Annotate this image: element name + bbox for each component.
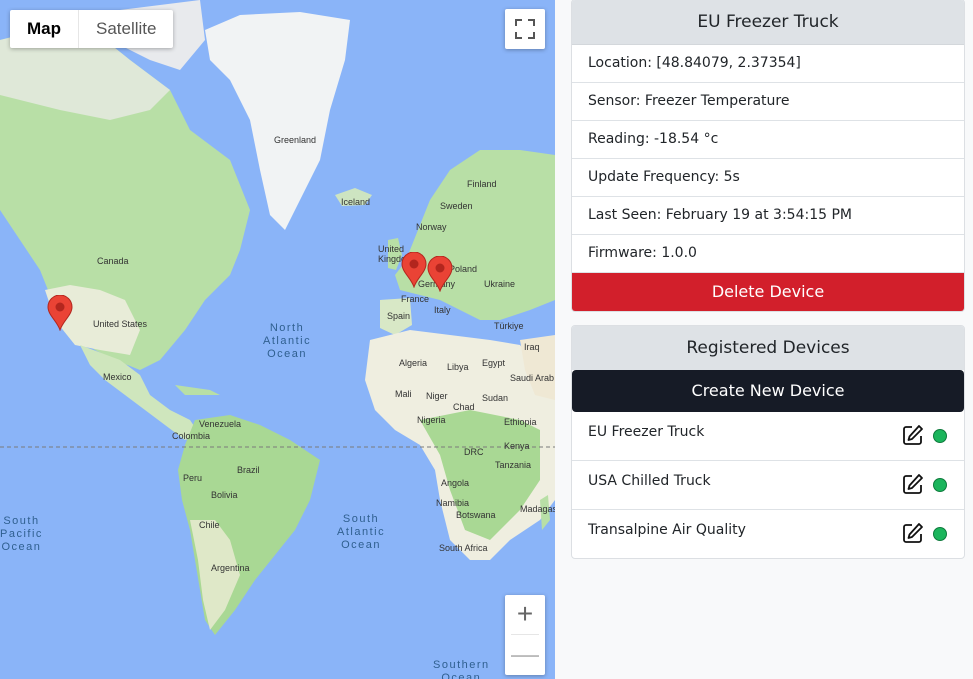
device-list-item[interactable]: EU Freezer Truck [572,412,964,461]
fullscreen-button[interactable] [505,9,545,49]
map-label: Iceland [341,197,371,207]
map-label: Greenland [274,135,317,145]
map-label: Argentina [211,563,250,573]
device-reading: Reading: -18.54 °c [572,121,964,159]
map-label: France [401,294,430,304]
map-label: Ukraine [484,279,516,289]
zoom-out-button[interactable]: — [505,635,545,675]
status-online-indicator [933,429,947,443]
map-label: Canada [97,256,129,266]
delete-device-button[interactable]: Delete Device [572,273,964,311]
zoom-control: + — [505,595,545,675]
device-marker-usa[interactable] [47,295,73,331]
map-label: Saudi Arab [510,373,555,383]
device-title: EU Freezer Truck [572,0,964,45]
map-label: Chad [453,402,475,412]
device-marker-transalpine[interactable] [427,256,453,292]
map-label: Libya [447,362,469,372]
map-label: Sudan [482,393,509,403]
map-type-control: Map Satellite [10,10,174,48]
device-list: EU Freezer Truck USA Chilled Truck Trans… [572,412,964,558]
edit-icon[interactable] [902,473,924,495]
map-label: Chile [199,520,220,530]
map-label: Venezuela [199,419,242,429]
map[interactable]: Map Satellite Greenland Iceland Finland … [0,0,555,679]
map-label: Norway [416,222,447,232]
device-sensor: Sensor: Freezer Temperature [572,83,964,121]
device-list-item[interactable]: USA Chilled Truck [572,461,964,510]
map-label: South Africa [439,543,488,553]
map-label: United States [93,319,148,329]
device-detail-card: EU Freezer Truck Location: [48.84079, 2.… [571,0,965,312]
map-label: Iraq [524,342,540,352]
map-label: Botswana [456,510,496,520]
map-label: Namibia [436,498,470,508]
ocean-label: North Atlantic Ocean [263,322,312,360]
device-name[interactable]: Transalpine Air Quality [588,522,746,538]
map-type-map-button[interactable]: Map [10,10,78,48]
status-online-indicator [933,478,947,492]
map-label: Madagas [520,504,555,514]
device-name[interactable]: USA Chilled Truck [588,473,711,489]
edit-icon[interactable] [902,522,924,544]
map-label: Angola [441,478,470,488]
registered-devices-title: Registered Devices [572,326,964,370]
device-last-seen: Last Seen: February 19 at 3:54:15 PM [572,197,964,235]
map-label: Mexico [103,372,132,382]
device-marker-eu-freezer[interactable] [401,252,427,288]
map-label: Mali [395,389,412,399]
map-label: Egypt [482,358,506,368]
map-label: Spain [387,311,411,321]
map-label: DRC [464,447,484,457]
device-location: Location: [48.84079, 2.37354] [572,45,964,83]
map-label: Finland [467,179,497,189]
registered-devices-card: Registered Devices Create New Device EU … [571,325,965,559]
map-label: Niger [426,391,448,401]
map-type-satellite-button[interactable]: Satellite [79,10,173,48]
device-frequency: Update Frequency: 5s [572,159,964,197]
device-firmware: Firmware: 1.0.0 [572,235,964,273]
map-label: Poland [449,264,478,274]
map-label: Peru [183,473,203,483]
map-label: Türkiye [494,321,524,331]
map-label: Bolivia [211,490,238,500]
map-label: Kenya [504,441,530,451]
map-label: Italy [434,305,451,315]
map-label: Nigeria [417,415,446,425]
ocean-label: South Atlantic Ocean [337,513,386,551]
create-new-device-button[interactable]: Create New Device [572,370,964,412]
map-label: Colombia [172,431,211,441]
device-name[interactable]: EU Freezer Truck [588,424,704,440]
ocean-label: Southern Ocean [433,659,490,679]
map-label: Tanzania [495,460,532,470]
map-label: Brazil [237,465,260,475]
device-list-item[interactable]: Transalpine Air Quality [572,510,964,558]
edit-icon[interactable] [902,424,924,446]
map-label: Algeria [399,358,428,368]
map-label: Sweden [440,201,473,211]
map-label: Ethiopia [504,417,537,427]
fullscreen-icon [515,19,535,39]
ocean-label: South Pacific Ocean [0,515,43,553]
status-online-indicator [933,527,947,541]
zoom-in-button[interactable]: + [505,595,545,635]
